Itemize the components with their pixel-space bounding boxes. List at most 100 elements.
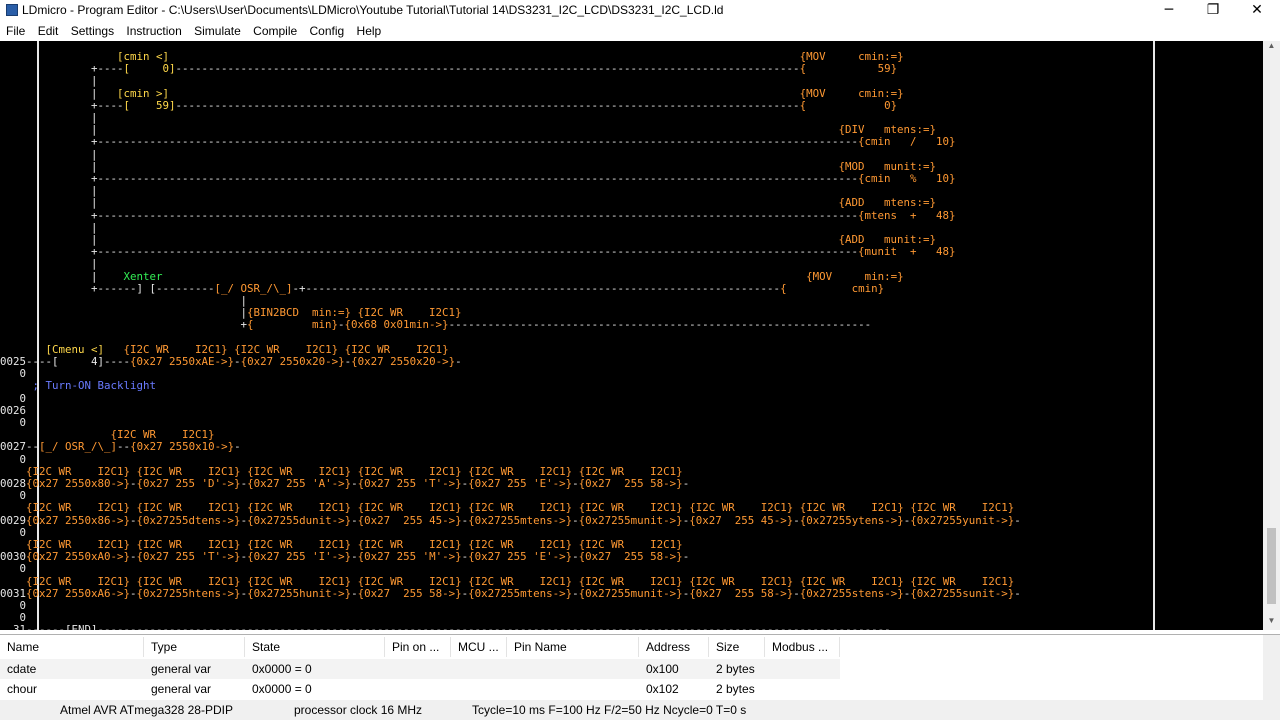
- ladder-text[interactable]: {I2C WR I2C1}: [124, 343, 228, 356]
- ladder-text[interactable]: {0x68 0x01min->}: [345, 318, 449, 331]
- ladder-text[interactable]: {0x27255mtens->}: [468, 514, 572, 527]
- ladder-text[interactable]: {I2C WR I2C1}: [358, 538, 462, 551]
- scroll-thumb[interactable]: [1267, 528, 1276, 604]
- ladder-text[interactable]: {I2C WR I2C1}: [247, 501, 351, 514]
- ladder-text[interactable]: {I2C WR I2C1}: [579, 465, 683, 478]
- ladder-text[interactable]: {0x27 255 'A'->}: [247, 477, 351, 490]
- ladder-text[interactable]: {I2C WR I2C1}: [800, 501, 904, 514]
- ladder-text[interactable]: {I2C WR I2C1}: [247, 575, 351, 588]
- ladder-text[interactable]: [ 0]: [124, 62, 176, 75]
- col-mcu[interactable]: MCU ...: [451, 637, 507, 657]
- col-address[interactable]: Address: [639, 637, 709, 657]
- ladder-text[interactable]: {0x27 255 58->}: [579, 477, 683, 490]
- ladder-text[interactable]: {I2C WR I2C1}: [111, 428, 215, 441]
- ladder-text[interactable]: {I2C WR I2C1}: [26, 538, 130, 551]
- menu-config[interactable]: Config: [304, 22, 348, 38]
- ladder-text[interactable]: {0x27 2550x20->}: [241, 355, 345, 368]
- ladder-editor[interactable]: [cmin <] {MOV cmin:=} +----[ 0]---------…: [0, 41, 1280, 630]
- ladder-text[interactable]: {I2C WR I2C1}: [689, 501, 793, 514]
- ladder-text[interactable]: {I2C WR I2C1}: [247, 538, 351, 551]
- ladder-text[interactable]: {I2C WR I2C1}: [234, 343, 338, 356]
- ladder-text[interactable]: {0x27 2550x80->}: [26, 477, 130, 490]
- ladder-text[interactable]: { 0}: [800, 99, 898, 112]
- ladder-text[interactable]: {I2C WR I2C1}: [468, 501, 572, 514]
- ladder-text[interactable]: {0x27255mtens->}: [468, 587, 572, 600]
- ladder-text[interactable]: {I2C WR I2C1}: [358, 575, 462, 588]
- ladder-text[interactable]: {0x27 2550xAE->}: [130, 355, 234, 368]
- ladder-text[interactable]: {I2C WR I2C1}: [247, 465, 351, 478]
- ladder-text[interactable]: {0x27255hunit->}: [247, 587, 351, 600]
- ladder-text[interactable]: {0x27255munit->}: [579, 514, 683, 527]
- close-icon[interactable]: ✕: [1234, 0, 1280, 22]
- col-pin-on[interactable]: Pin on ...: [385, 637, 451, 657]
- maximize-icon[interactable]: ❐: [1190, 0, 1236, 22]
- ladder-text[interactable]: {I2C WR I2C1}: [137, 575, 241, 588]
- ladder-text[interactable]: {0x27 255 58->}: [358, 587, 462, 600]
- ladder-text[interactable]: {MOV cmin:=}: [800, 50, 904, 63]
- minimize-icon[interactable]: ─: [1146, 0, 1192, 22]
- ladder-text[interactable]: {I2C WR I2C1}: [26, 575, 130, 588]
- ladder-text[interactable]: {ADD munit:=}: [839, 233, 937, 246]
- ladder-text[interactable]: {0x27 255 'I'->}: [247, 550, 351, 563]
- ladder-text[interactable]: {I2C WR I2C1}: [345, 343, 449, 356]
- menu-edit[interactable]: Edit: [32, 22, 62, 38]
- ladder-text[interactable]: {0x27 255 'E'->}: [468, 477, 572, 490]
- ladder-text[interactable]: {I2C WR I2C1}: [910, 501, 1014, 514]
- ladder-text[interactable]: {I2C WR I2C1}: [468, 538, 572, 551]
- menu-settings[interactable]: Settings: [65, 22, 117, 38]
- ladder-text[interactable]: {0x27 255 58->}: [579, 550, 683, 563]
- scroll-up-icon[interactable]: ▲: [1263, 41, 1280, 55]
- ladder-text[interactable]: [cmin >]: [117, 87, 169, 100]
- ladder-text[interactable]: {0x27 2550x20->}: [351, 355, 455, 368]
- col-modbus[interactable]: Modbus ...: [765, 637, 840, 657]
- ladder-text[interactable]: {I2C WR I2C1}: [689, 575, 793, 588]
- ladder-text[interactable]: {BIN2BCD min:=}: [247, 306, 351, 319]
- ladder-text[interactable]: {I2C WR I2C1}: [137, 501, 241, 514]
- ladder-text[interactable]: [_/ OSR_/\_]: [39, 440, 117, 453]
- ladder-text[interactable]: {0x27 2550x10->}: [130, 440, 234, 453]
- ladder-text[interactable]: {I2C WR I2C1}: [579, 575, 683, 588]
- ladder-text[interactable]: {I2C WR I2C1}: [579, 501, 683, 514]
- ladder-text[interactable]: {I2C WR I2C1}: [358, 501, 462, 514]
- menu-help[interactable]: Help: [351, 22, 385, 38]
- ladder-text[interactable]: {MOV cmin:=}: [800, 87, 904, 100]
- ladder-text[interactable]: {MOD munit:=}: [839, 160, 937, 173]
- ladder-text[interactable]: {0x27 255 45->}: [358, 514, 462, 527]
- ladder-text[interactable]: {cmin % 10}: [858, 172, 956, 185]
- table-cell-name[interactable]: chour: [0, 679, 37, 699]
- ladder-text[interactable]: {0x27 255 'M'->}: [358, 550, 462, 563]
- col-pin-name[interactable]: Pin Name: [507, 637, 639, 657]
- col-size[interactable]: Size: [709, 637, 765, 657]
- ladder-text[interactable]: {DIV mtens:=}: [839, 123, 937, 136]
- ladder-text[interactable]: [cmin <]: [117, 50, 169, 63]
- ladder-text[interactable]: {0x27 255 'T'->}: [358, 477, 462, 490]
- scroll-down-icon[interactable]: ▼: [1263, 616, 1280, 630]
- ladder-text[interactable]: {0x27255htens->}: [137, 587, 241, 600]
- ladder-text[interactable]: {0x27 255 45->}: [689, 514, 793, 527]
- variables-scrollbar[interactable]: [1263, 635, 1280, 701]
- ladder-text[interactable]: [_/ OSR_/\_]: [215, 282, 293, 295]
- ladder-text[interactable]: { min}: [247, 318, 338, 331]
- ladder-text[interactable]: {ADD mtens:=}: [839, 196, 937, 209]
- ladder-text[interactable]: {I2C WR I2C1}: [468, 575, 572, 588]
- ladder-text[interactable]: {mtens + 48}: [858, 209, 956, 222]
- ladder-text[interactable]: {0x27 2550xA6->}: [26, 587, 130, 600]
- ladder-text[interactable]: {0x27 2550xA0->}: [26, 550, 130, 563]
- ladder-text[interactable]: [Cmenu <]: [46, 343, 105, 356]
- ladder-text[interactable]: {I2C WR I2C1}: [358, 306, 462, 319]
- ladder-text[interactable]: {0x27 255 58->}: [689, 587, 793, 600]
- ladder-text[interactable]: {I2C WR I2C1}: [137, 465, 241, 478]
- ladder-text[interactable]: {0x27255ytens->}: [800, 514, 904, 527]
- ladder-text[interactable]: {I2C WR I2C1}: [910, 575, 1014, 588]
- ladder-text[interactable]: {0x27 255 'D'->}: [137, 477, 241, 490]
- col-type[interactable]: Type: [144, 637, 245, 657]
- ladder-text[interactable]: {cmin / 10}: [858, 135, 956, 148]
- ladder-text[interactable]: {0x27255dunit->}: [247, 514, 351, 527]
- ladder-text[interactable]: { 59}: [800, 62, 898, 75]
- col-name[interactable]: Name: [0, 637, 144, 657]
- ladder-text[interactable]: {I2C WR I2C1}: [26, 501, 130, 514]
- menu-simulate[interactable]: Simulate: [188, 22, 244, 38]
- ladder-text[interactable]: {0x27255stens->}: [800, 587, 904, 600]
- ladder-text[interactable]: [ 59]: [124, 99, 176, 112]
- ladder-text[interactable]: {0x27 255 'T'->}: [137, 550, 241, 563]
